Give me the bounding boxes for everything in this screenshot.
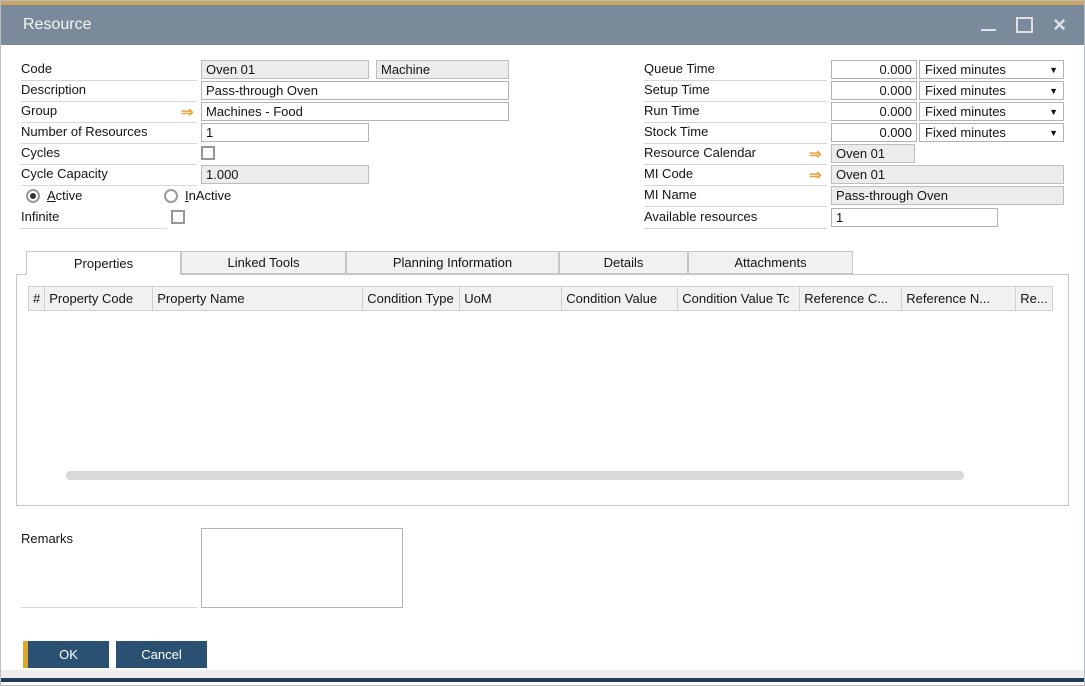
available-resources-field[interactable] [831, 208, 998, 227]
resource-calendar-link-arrow-icon[interactable]: ⇒ [809, 147, 822, 162]
table-header-row: #Property CodeProperty NameCondition Typ… [29, 287, 1053, 311]
setup-time-label: Setup Time [644, 82, 827, 102]
run-time-unit-select[interactable]: Fixed minutes ▼ [919, 102, 1064, 121]
resource-type-field [376, 60, 509, 79]
tab-details[interactable]: Details [559, 251, 688, 274]
tab-planning-information[interactable]: Planning Information [346, 251, 559, 274]
remarks-label-underline [21, 607, 197, 608]
run-time-label: Run Time [644, 103, 827, 123]
stock-time-unit-select[interactable]: Fixed minutes ▼ [919, 123, 1064, 142]
stock-time-field[interactable] [831, 123, 917, 142]
dropdown-arrow-icon: ▼ [1049, 128, 1058, 138]
queue-time-unit-select[interactable]: Fixed minutes ▼ [919, 60, 1064, 79]
group-label: Group [21, 103, 197, 123]
column-header-4: UoM [460, 287, 562, 311]
dropdown-arrow-icon: ▼ [1049, 65, 1058, 75]
stock-time-unit-value: Fixed minutes [925, 125, 1006, 140]
active-radio[interactable] [26, 189, 40, 203]
cycles-checkbox[interactable] [201, 146, 215, 160]
remarks-label: Remarks [21, 531, 197, 551]
dropdown-arrow-icon: ▼ [1049, 86, 1058, 96]
description-field[interactable] [201, 81, 509, 100]
setup-time-unit-value: Fixed minutes [925, 83, 1006, 98]
tab-linked-tools[interactable]: Linked Tools [181, 251, 346, 274]
window-title: Resource [23, 16, 91, 34]
setup-time-field[interactable] [831, 81, 917, 100]
cycles-label: Cycles [21, 145, 197, 165]
column-header-5: Condition Value [562, 287, 678, 311]
tab-attachments[interactable]: Attachments [688, 251, 853, 274]
ok-button[interactable]: OK [23, 641, 109, 668]
column-header-6: Condition Value Tc [678, 287, 800, 311]
column-header-3: Condition Type [363, 287, 460, 311]
mi-name-field [831, 186, 1064, 205]
queue-time-field[interactable] [831, 60, 917, 79]
maximize-icon[interactable] [1016, 17, 1033, 33]
minimize-icon[interactable] [981, 29, 996, 31]
inactive-radio[interactable] [164, 189, 178, 203]
number-of-resources-field[interactable] [201, 123, 369, 142]
resource-calendar-label: Resource Calendar [644, 145, 827, 165]
code-field [201, 60, 369, 79]
titlebar: Resource [1, 5, 1084, 45]
setup-time-unit-select[interactable]: Fixed minutes ▼ [919, 81, 1064, 100]
window-controls: × [981, 5, 1066, 45]
stock-time-label: Stock Time [644, 124, 827, 144]
tab-properties[interactable]: Properties [26, 251, 181, 275]
column-header-2: Property Name [153, 287, 363, 311]
queue-time-label: Queue Time [644, 61, 827, 81]
column-header-9: Re... [1016, 287, 1052, 311]
mi-code-field [831, 165, 1064, 184]
group-link-arrow-icon[interactable]: ⇒ [181, 105, 194, 120]
description-label: Description [21, 82, 197, 102]
resource-calendar-field [831, 144, 915, 163]
mi-code-label: MI Code [644, 166, 827, 186]
close-icon[interactable]: × [1053, 15, 1066, 35]
column-header-0: # [29, 287, 45, 311]
run-time-unit-value: Fixed minutes [925, 104, 1006, 119]
properties-table: #Property CodeProperty NameCondition Typ… [28, 286, 1053, 311]
queue-time-unit-value: Fixed minutes [925, 62, 1006, 77]
code-label: Code [21, 61, 197, 81]
group-field[interactable] [201, 102, 509, 121]
column-header-1: Property Code [45, 287, 153, 311]
mi-name-label: MI Name [644, 187, 827, 207]
column-header-8: Reference N... [902, 287, 1016, 311]
footer-bar [1, 678, 1084, 682]
infinite-checkbox[interactable] [171, 210, 185, 224]
resource-window: Resource × Code Description Group ⇒ Numb… [0, 0, 1085, 686]
footer-strip [1, 670, 1084, 678]
run-time-field[interactable] [831, 102, 917, 121]
horizontal-scrollbar[interactable] [66, 471, 964, 480]
active-radio-label[interactable]: Active [47, 188, 82, 203]
remarks-textarea[interactable] [201, 528, 403, 608]
cycle-capacity-label: Cycle Capacity [21, 166, 197, 186]
cycle-capacity-field [201, 165, 369, 184]
column-header-7: Reference C... [800, 287, 902, 311]
infinite-label: Infinite [21, 209, 167, 229]
available-resources-label: Available resources [644, 209, 827, 229]
inactive-radio-label[interactable]: InActive [185, 188, 231, 203]
mi-code-link-arrow-icon[interactable]: ⇒ [809, 168, 822, 183]
cancel-button[interactable]: Cancel [116, 641, 207, 668]
dropdown-arrow-icon: ▼ [1049, 107, 1058, 117]
number-of-resources-label: Number of Resources [21, 124, 197, 144]
